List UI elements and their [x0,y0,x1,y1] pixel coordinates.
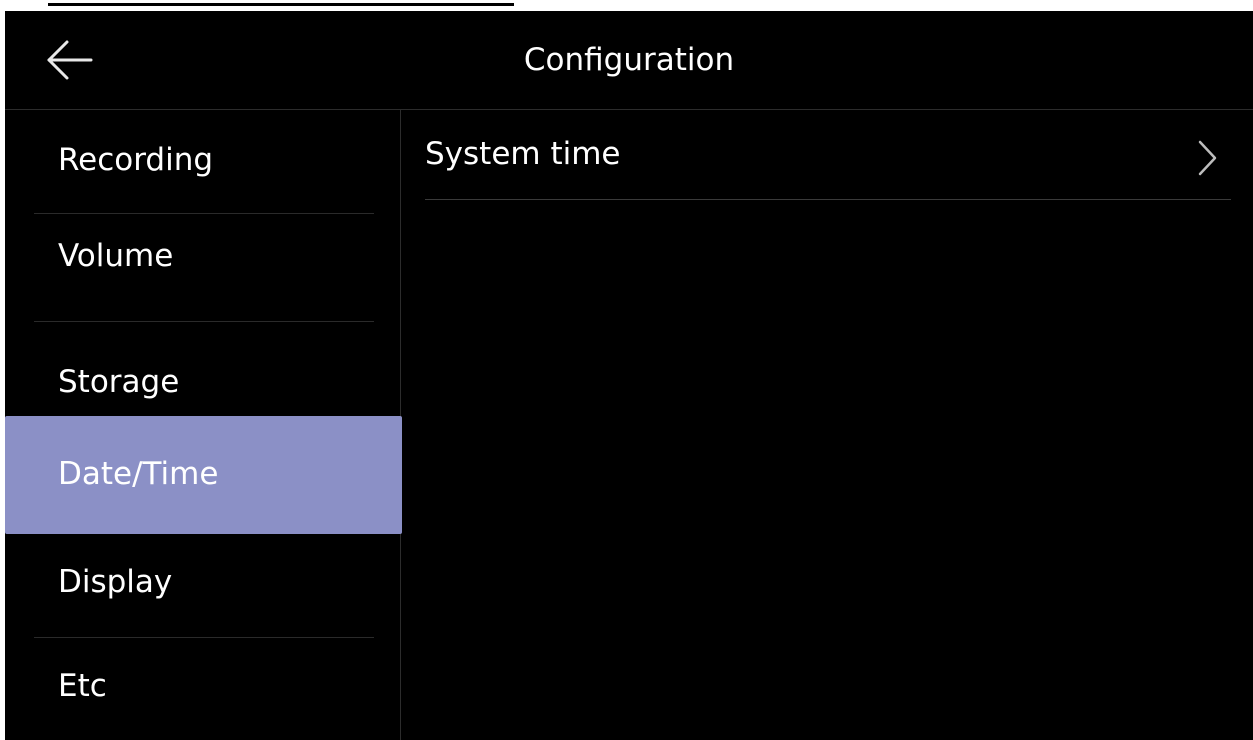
sidebar-item-etc[interactable]: Etc [5,638,402,740]
sidebar-item-recording[interactable]: Recording [5,110,402,214]
content-panel: System time [401,110,1253,740]
chevron-right-icon [1198,140,1217,176]
sidebar-item-date-time[interactable]: Date/Time [5,416,402,534]
page-title: Configuration [523,42,735,78]
sidebar-item-label: Display [58,564,173,600]
row-label: System time [425,136,621,172]
sidebar-item-label: Date/Time [58,456,219,492]
configuration-screen: Configuration Recording Volume Storage D… [5,11,1253,740]
header-bar: Configuration [5,11,1253,110]
sidebar-item-label: Storage [58,364,180,400]
sidebar-item-label: Etc [58,668,107,704]
sidebar-item-label: Volume [58,238,174,274]
system-time-row[interactable]: System time [425,110,1231,200]
sidebar-item-label: Recording [58,142,214,178]
top-underline [48,3,514,6]
sidebar-item-display[interactable]: Display [5,534,402,638]
arrow-left-icon [47,40,93,80]
back-button[interactable] [39,35,99,85]
sidebar-item-volume[interactable]: Volume [5,214,402,322]
sidebar-item-storage[interactable]: Storage [5,322,402,416]
sidebar: Recording Volume Storage Date/Time Displ… [5,110,402,740]
